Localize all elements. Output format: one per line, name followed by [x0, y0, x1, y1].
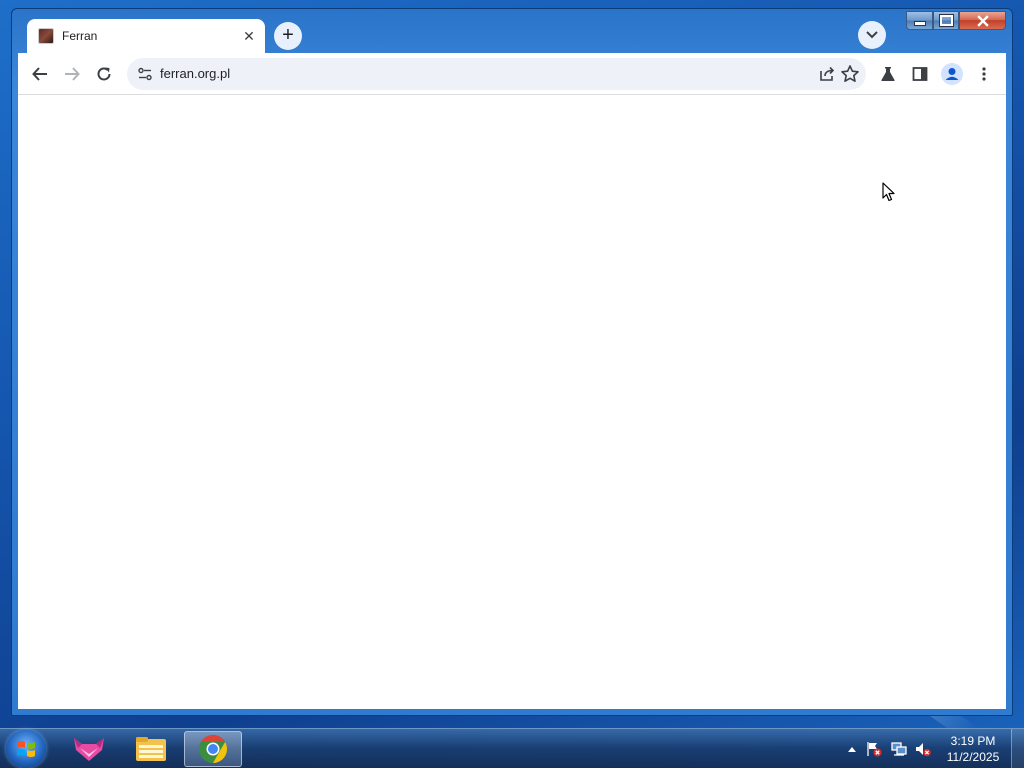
clock-date: 11/2/2025	[946, 750, 1000, 764]
action-center-tray-icon[interactable]	[866, 741, 882, 757]
chevron-down-icon	[866, 31, 878, 39]
fox-icon	[74, 738, 104, 761]
tab-title: Ferran	[62, 29, 98, 43]
kebab-menu-icon	[982, 67, 986, 81]
taskbar: 3:19 PM 11/2/2025	[0, 728, 1024, 768]
side-panel-icon	[912, 67, 928, 81]
network-tray-icon[interactable]	[891, 741, 907, 757]
tab-ferran[interactable]: Ferran ✕	[27, 19, 265, 53]
share-icon[interactable]	[818, 65, 836, 83]
window-controls	[906, 11, 1006, 31]
reload-icon	[97, 67, 111, 81]
forward-arrow-icon	[65, 67, 80, 81]
minimize-button[interactable]	[906, 11, 933, 30]
folder-icon	[136, 737, 166, 761]
site-settings-icon[interactable]	[137, 66, 153, 82]
browser-toolbar: ferran.org.pl	[18, 53, 1006, 95]
mouse-cursor-icon	[882, 182, 895, 202]
volume-tray-icon[interactable]	[915, 741, 931, 757]
system-clock[interactable]: 3:19 PM 11/2/2025	[938, 733, 1008, 765]
site-favicon-icon	[38, 28, 54, 44]
page-content	[18, 95, 1006, 709]
close-window-button[interactable]	[959, 11, 1006, 30]
maximize-icon	[939, 15, 953, 26]
chrome-icon	[199, 735, 227, 763]
desktop: Ferran ✕ + ferran.org.pl 3:19 PM 11/2/20…	[0, 0, 1024, 768]
labs-button[interactable]	[876, 62, 900, 86]
tab-close-icon[interactable]: ✕	[241, 28, 257, 44]
flask-icon	[881, 67, 895, 81]
forward-button[interactable]	[60, 62, 84, 86]
back-button[interactable]	[28, 62, 52, 86]
clock-time: 3:19 PM	[950, 734, 996, 748]
taskbar-pink-fox-app[interactable]	[60, 731, 118, 767]
reload-button[interactable]	[92, 62, 116, 86]
close-icon	[976, 14, 989, 27]
show-hidden-icons-button[interactable]	[844, 741, 860, 757]
network-icon	[891, 742, 907, 756]
maximize-button[interactable]	[933, 11, 959, 30]
profile-button[interactable]	[940, 62, 964, 86]
address-bar[interactable]: ferran.org.pl	[127, 58, 866, 90]
windows-logo-icon	[17, 741, 35, 757]
minimize-icon	[913, 21, 926, 26]
profile-avatar-icon	[941, 63, 963, 85]
flag-error-icon	[867, 742, 882, 757]
taskbar-chrome[interactable]	[184, 731, 242, 767]
url-text[interactable]: ferran.org.pl	[160, 66, 230, 81]
bookmark-star-icon[interactable]	[840, 64, 860, 84]
tray-up-arrow-icon	[848, 747, 856, 752]
show-desktop-button[interactable]	[1011, 729, 1024, 768]
new-tab-button[interactable]: +	[274, 22, 302, 50]
taskbar-file-explorer[interactable]	[122, 731, 180, 767]
menu-button[interactable]	[972, 62, 996, 86]
tab-search-button[interactable]	[858, 21, 886, 49]
back-arrow-icon	[32, 67, 47, 81]
speaker-muted-icon	[916, 743, 931, 757]
start-button[interactable]	[6, 730, 46, 768]
side-panel-button[interactable]	[908, 62, 932, 86]
